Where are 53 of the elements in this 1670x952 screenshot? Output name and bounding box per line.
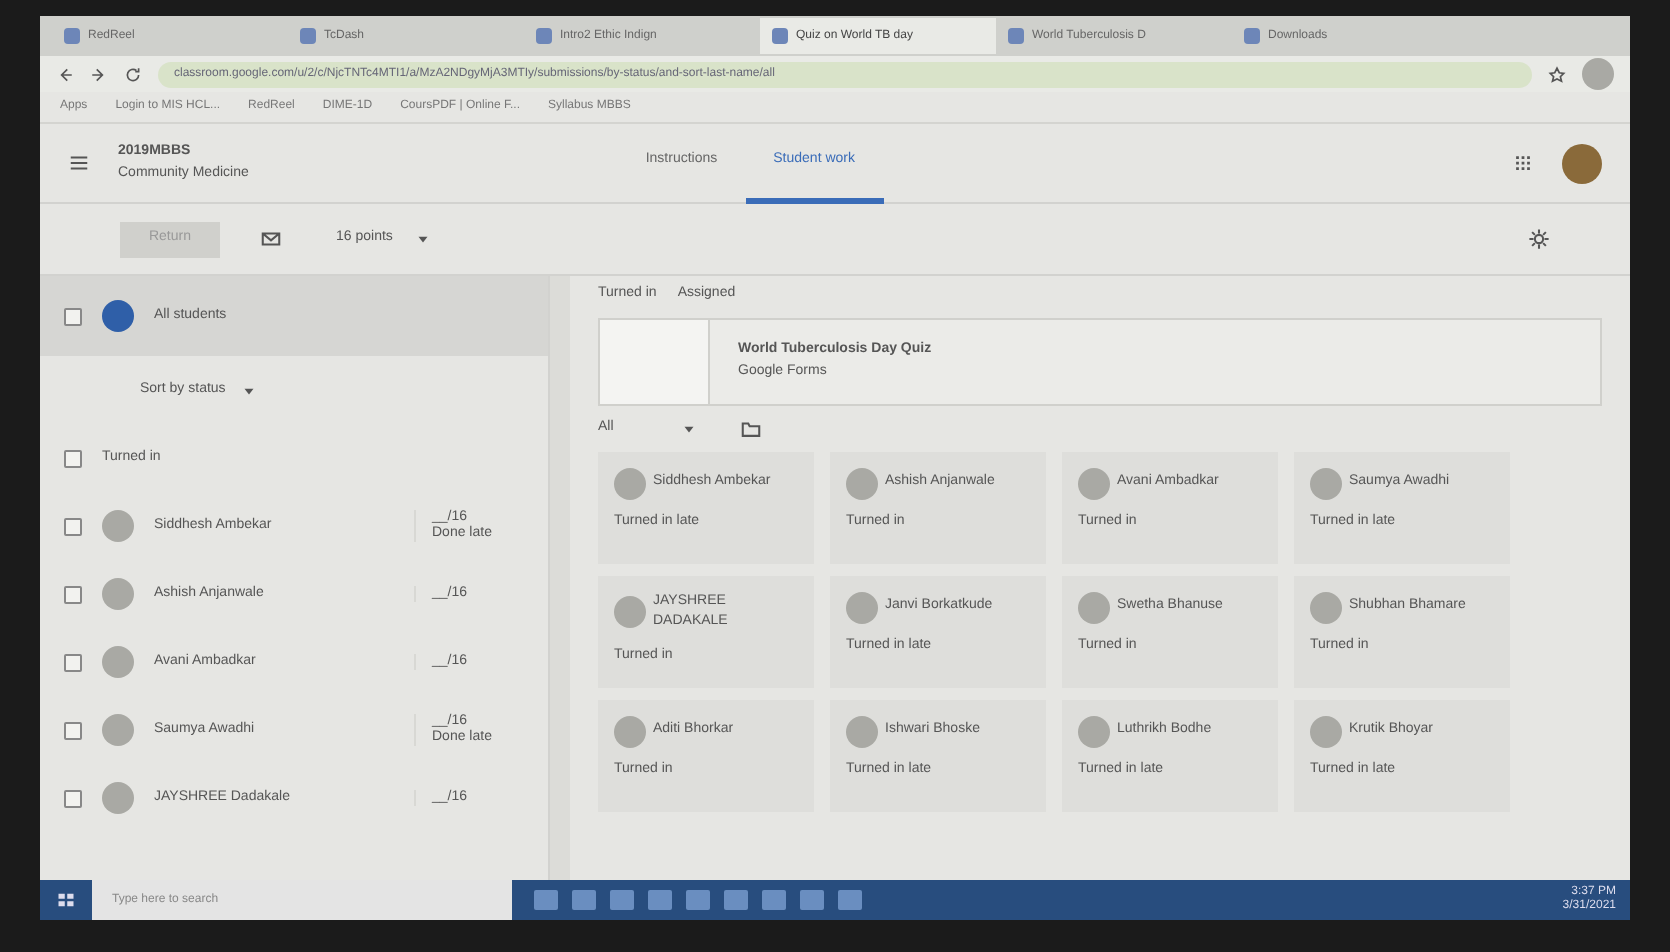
app-icon[interactable] — [761, 890, 785, 910]
settings-icon[interactable] — [1528, 228, 1550, 250]
page-icon — [536, 28, 552, 44]
avatar-icon — [614, 596, 646, 628]
page-icon — [1008, 28, 1024, 44]
avatar-icon — [846, 591, 878, 623]
page-icon — [64, 28, 80, 44]
app-icon[interactable] — [723, 890, 747, 910]
app-icon[interactable] — [571, 890, 595, 910]
start-icon[interactable] — [56, 890, 76, 910]
back-icon[interactable] — [56, 65, 74, 83]
avatar-icon — [846, 715, 878, 747]
forward-icon[interactable] — [90, 65, 108, 83]
avatar-icon — [1310, 715, 1342, 747]
page-icon — [300, 28, 316, 44]
avatar-icon — [846, 467, 878, 499]
checkbox[interactable] — [64, 721, 82, 739]
app-icon[interactable] — [837, 890, 861, 910]
page-icon — [772, 28, 788, 44]
app-icon[interactable] — [799, 890, 823, 910]
form-thumbnail — [600, 319, 710, 403]
app-icon[interactable] — [533, 890, 557, 910]
star-icon[interactable] — [1548, 65, 1566, 83]
avatar-icon — [1310, 591, 1342, 623]
checkbox[interactable] — [64, 653, 82, 671]
menu-icon[interactable] — [68, 152, 90, 174]
apps-grid-icon[interactable] — [1511, 152, 1534, 174]
checkbox[interactable] — [64, 307, 82, 325]
avatar-icon[interactable] — [1561, 143, 1602, 183]
avatar-icon — [102, 714, 134, 746]
avatar-icon — [1078, 715, 1110, 747]
checkbox[interactable] — [64, 449, 82, 467]
checkbox[interactable] — [64, 585, 82, 603]
mail-icon[interactable] — [260, 228, 282, 250]
avatar-icon — [1078, 467, 1110, 499]
folder-icon[interactable] — [740, 417, 762, 439]
avatar-icon — [102, 782, 134, 814]
avatar-icon[interactable] — [1582, 58, 1614, 90]
avatar-icon — [102, 646, 134, 678]
avatar-icon — [614, 467, 646, 499]
avatar-icon — [1310, 467, 1342, 499]
avatar-icon — [614, 715, 646, 747]
avatar-icon — [102, 510, 134, 542]
page-icon — [1244, 28, 1260, 44]
reload-icon[interactable] — [124, 65, 142, 83]
app-icon[interactable] — [647, 890, 671, 910]
checkbox[interactable] — [64, 789, 82, 807]
app-icon[interactable] — [685, 890, 709, 910]
avatar-icon — [102, 578, 134, 610]
app-icon[interactable] — [609, 890, 633, 910]
scrollbar[interactable] — [550, 276, 570, 880]
checkbox[interactable] — [64, 517, 82, 535]
avatar-icon — [1078, 591, 1110, 623]
